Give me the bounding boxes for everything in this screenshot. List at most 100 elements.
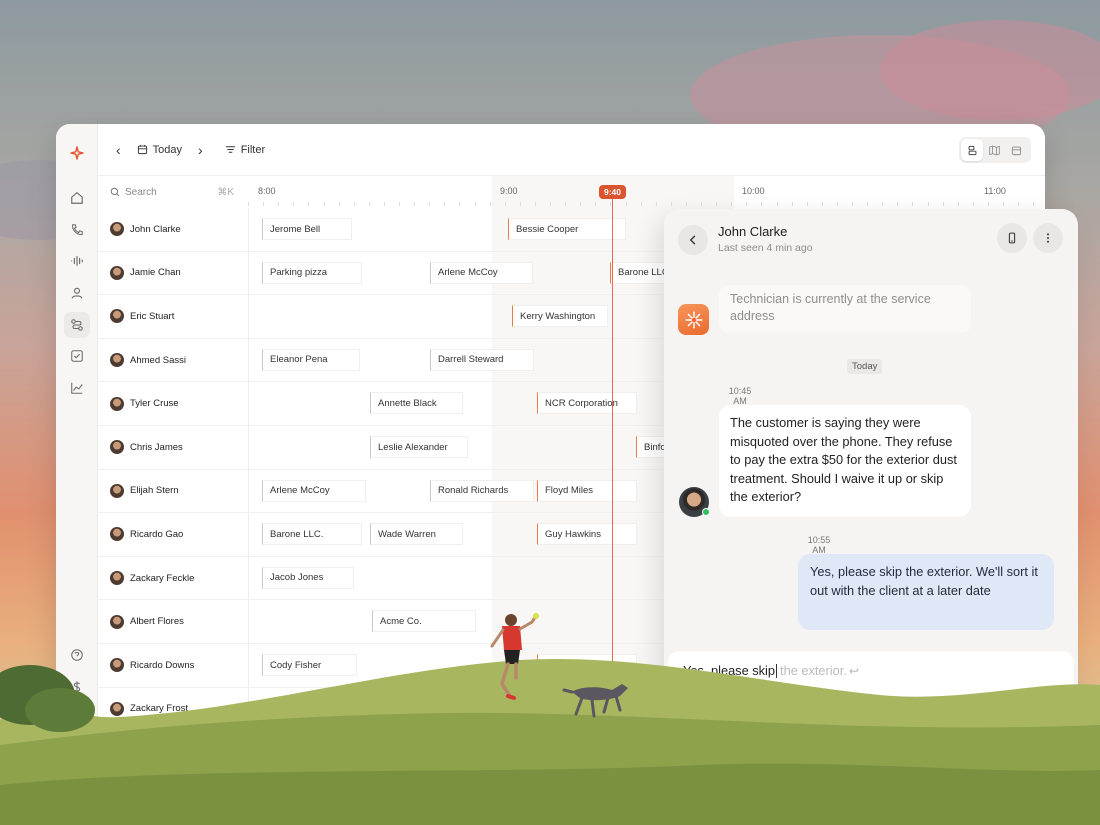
time-tick <box>565 202 567 206</box>
technician-avatar <box>110 265 124 280</box>
job-block[interactable]: Ronald Richards <box>430 479 534 502</box>
time-tick <box>414 202 416 206</box>
time-tick <box>368 202 370 206</box>
time-tick <box>519 202 521 206</box>
technician-name-cell[interactable]: Elijah Stern <box>110 470 179 513</box>
time-tick <box>474 202 476 206</box>
time-tick <box>716 202 718 206</box>
time-tick <box>580 202 582 206</box>
job-block[interactable]: Cody Fisher <box>262 654 357 676</box>
waveform-icon[interactable] <box>64 248 90 274</box>
chart-icon[interactable] <box>64 375 90 401</box>
system-message: Technician is currently at the service a… <box>719 285 971 333</box>
next-day-button[interactable]: › <box>192 138 209 162</box>
technician-name-cell[interactable]: Ricardo Gao <box>110 513 183 556</box>
checklist-icon[interactable] <box>64 343 90 369</box>
job-block[interactable]: Bessie Cooper <box>508 218 626 240</box>
time-tick <box>746 202 748 206</box>
technician-avatar <box>110 701 124 716</box>
job-block[interactable]: Darrell Steward <box>430 348 534 371</box>
autocomplete-suggestion: the exterior. <box>780 663 847 678</box>
incoming-timestamp: 10:45 AM <box>728 386 752 406</box>
phone-icon[interactable] <box>64 217 90 243</box>
job-block[interactable]: NCR Corporation <box>537 392 637 415</box>
calendar-icon <box>137 145 147 155</box>
time-tick <box>685 202 687 206</box>
home-icon[interactable] <box>64 185 90 211</box>
text-caret <box>776 663 778 678</box>
technician-name-cell[interactable]: Zackary Frost <box>110 688 188 731</box>
job-block[interactable]: Eleanor Pena <box>262 348 360 371</box>
job-block[interactable]: Guy Hawkins <box>537 523 637 546</box>
time-tick <box>927 202 929 206</box>
time-tick <box>852 202 853 206</box>
column-divider <box>248 338 249 382</box>
time-tick <box>655 202 657 206</box>
contact-name: John Clarke <box>718 224 788 239</box>
back-button[interactable] <box>678 225 708 255</box>
job-block[interactable]: Arlene McCoy <box>430 261 533 284</box>
technician-name-cell[interactable]: Albert Flores <box>110 600 184 643</box>
prev-day-button[interactable]: ‹ <box>110 138 127 162</box>
filter-button[interactable]: Filter <box>219 138 271 162</box>
time-tick <box>248 202 249 206</box>
time-tick <box>625 202 627 206</box>
calendar-view-icon[interactable] <box>1005 139 1027 161</box>
time-tick <box>308 202 310 206</box>
chat-header: John Clarke Last seen 4 min ago <box>664 209 1078 269</box>
hour-label: 10:00 <box>742 186 765 196</box>
technician-name-cell[interactable]: Ahmed Sassi <box>110 339 186 382</box>
technician-name-cell[interactable]: Jamie Chan <box>110 252 181 295</box>
technician-name: Ricardo Gao <box>130 528 184 540</box>
job-block[interactable]: Leslie Alexander <box>370 436 468 458</box>
job-block[interactable]: Floyd Miles <box>537 479 637 502</box>
message-input[interactable]: Yes, please skip the exterior. ↩ <box>683 663 859 678</box>
person-icon[interactable] <box>64 280 90 306</box>
support-icon[interactable] <box>64 642 90 668</box>
technician-name-cell[interactable]: Zackary Feckle <box>110 557 194 600</box>
time-tick <box>1003 202 1004 206</box>
technician-name-cell[interactable]: John Clarke <box>110 208 181 251</box>
hour-label: 8:00 <box>258 186 276 196</box>
mobile-device-button[interactable] <box>997 223 1027 253</box>
technician-name-cell[interactable]: Tyler Cruse <box>110 382 179 425</box>
time-tick <box>444 202 446 206</box>
time-tick <box>399 202 400 206</box>
technician-search[interactable]: Search ⌘K <box>98 176 248 208</box>
job-block[interactable]: Barone LLC. <box>262 523 362 546</box>
route-icon[interactable] <box>64 312 90 338</box>
time-tick <box>897 202 899 206</box>
job-block[interactable]: Acme Co. <box>372 610 476 633</box>
job-block[interactable]: Arlene McCoy <box>262 479 366 502</box>
job-block[interactable]: Jacob Jones <box>262 566 354 589</box>
job-block[interactable]: Kerry Washington <box>512 305 608 328</box>
technician-name-cell[interactable]: Chris James <box>110 426 183 469</box>
job-block[interactable]: Jerome Bell <box>262 218 352 240</box>
technician-avatar <box>110 614 124 629</box>
column-divider <box>248 295 249 338</box>
message-composer[interactable]: Yes, please skip the exterior. ↩ + <box>668 651 1074 761</box>
job-block[interactable]: Annette Black <box>370 392 463 415</box>
time-tick <box>972 202 974 206</box>
time-tick <box>791 202 793 206</box>
dollar-icon[interactable] <box>64 674 90 700</box>
job-block[interactable]: Parking pizza <box>262 261 362 284</box>
technician-avatar <box>110 658 124 673</box>
today-button[interactable]: Today <box>131 138 188 162</box>
view-switcher <box>959 137 1031 163</box>
more-options-button[interactable] <box>1033 223 1063 253</box>
technician-name-cell[interactable]: Ricardo Downs <box>110 644 194 687</box>
add-attachment-button[interactable]: + <box>686 695 695 713</box>
tab-accept-icon: ↩ <box>848 663 859 678</box>
typed-text: Yes, please skip <box>683 663 776 678</box>
logo-sparkle-icon[interactable] <box>64 140 90 166</box>
search-input[interactable]: Search <box>125 187 157 198</box>
time-tick <box>278 202 280 206</box>
job-block[interactable]: Wade Warren <box>370 523 463 546</box>
filter-label: Filter <box>240 143 266 156</box>
sidebar <box>56 124 98 734</box>
map-view-icon[interactable] <box>983 139 1005 161</box>
timeline-view-icon[interactable] <box>961 139 983 161</box>
technician-name-cell[interactable]: Eric Stuart <box>110 295 174 338</box>
toolbar: ‹ Today › Filter <box>98 124 1045 176</box>
